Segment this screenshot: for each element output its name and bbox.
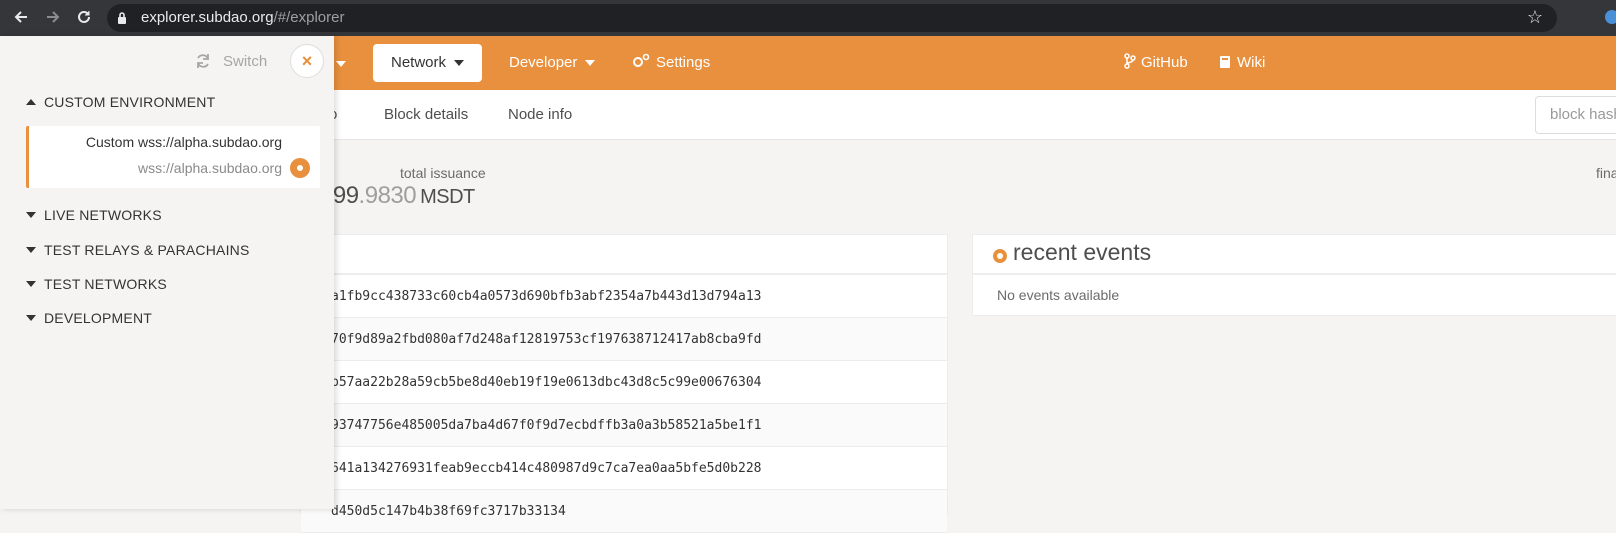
block-row[interactable]: 93747756e485005da7ba4d67f0f9d7ecbdffb3a0…: [301, 404, 947, 447]
lock-icon: [118, 12, 126, 24]
chevron-down-icon[interactable]: [336, 61, 346, 67]
forward-icon[interactable]: [43, 8, 63, 28]
settings-menu-button[interactable]: Settings: [632, 36, 710, 90]
github-link[interactable]: GitHub: [1124, 36, 1188, 90]
chevron-up-icon: [26, 99, 36, 105]
recent-events-header: recent events: [973, 235, 1616, 275]
settings-label: Settings: [656, 54, 711, 71]
block-hash: 641a134276931feab9eccb414c480987d9c7ca7e…: [331, 461, 762, 476]
close-sidebar-button[interactable]: ×: [290, 44, 324, 78]
chevron-down-icon: [26, 212, 36, 218]
total-issuance-value: 999.9830 MSDT: [320, 182, 475, 209]
back-icon[interactable]: [11, 8, 31, 28]
block-hash-search-input[interactable]: block hash: [1535, 96, 1616, 134]
group-label: DEVELOPMENT: [44, 310, 152, 326]
switch-button[interactable]: Switch: [195, 53, 267, 70]
block-row[interactable]: d450d5c147b4b38f69fc3717b33134: [301, 490, 947, 533]
group-label: CUSTOM ENVIRONMENT: [44, 94, 216, 110]
block-hash: a1fb9cc438733c60cb4a0573d690bfb3abf2354a…: [331, 289, 762, 304]
recent-blocks-panel: a1fb9cc438733c60cb4a0573d690bfb3abf2354a…: [300, 234, 948, 533]
chevron-down-icon: [585, 60, 596, 67]
group-development[interactable]: DEVELOPMENT: [26, 310, 152, 326]
block-row[interactable]: a1fb9cc438733c60cb4a0573d690bfb3abf2354a…: [301, 275, 947, 318]
wiki-label: Wiki: [1237, 54, 1266, 71]
block-row[interactable]: b57aa22b28a59cb5be8d40eb19f19e0613dbc43d…: [301, 361, 947, 404]
block-row[interactable]: 70f9d89a2fbd080af7d248af12819753cf197638…: [301, 318, 947, 361]
network-label: Network: [391, 54, 447, 71]
network-selector-sidebar: Switch × CUSTOM ENVIRONMENT Custom wss:/…: [0, 36, 334, 509]
recent-events-title: recent events: [1013, 239, 1152, 265]
no-events-message: No events available: [997, 287, 1120, 303]
group-test-relays[interactable]: TEST RELAYS & PARACHAINS: [26, 242, 250, 258]
group-label: TEST RELAYS & PARACHAINS: [44, 242, 250, 258]
chevron-down-icon: [26, 247, 36, 253]
block-hash: 70f9d89a2fbd080af7d248af12819753cf197638…: [331, 332, 762, 347]
environment-url: wss://alpha.subdao.org: [138, 160, 282, 176]
network-menu-button[interactable]: Network: [373, 44, 482, 82]
chevron-down-icon: [454, 60, 465, 67]
environment-name: Custom wss://alpha.subdao.org: [85, 134, 282, 150]
book-icon: [1220, 56, 1230, 68]
custom-environment-option[interactable]: Custom wss://alpha.subdao.org wss://alph…: [26, 126, 320, 188]
browser-toolbar: explorer.subdao.org/#/explorer ☆: [0, 0, 1616, 36]
wiki-link[interactable]: Wiki: [1219, 36, 1265, 90]
sync-icon: [197, 54, 209, 68]
gears-icon: [633, 53, 650, 67]
event-dot-icon: [993, 249, 1007, 263]
address-bar[interactable]: explorer.subdao.org/#/explorer ☆: [107, 4, 1557, 32]
chevron-down-icon: [26, 281, 36, 287]
block-hash: b57aa22b28a59cb5be8d40eb19f19e0613dbc43d…: [331, 375, 762, 390]
extension-icon[interactable]: [1605, 10, 1616, 24]
selected-radio-icon[interactable]: [290, 158, 310, 178]
group-label: LIVE NETWORKS: [44, 207, 162, 223]
block-hash: d450d5c147b4b38f69fc3717b33134: [331, 504, 566, 519]
url-text: explorer.subdao.org/#/explorer: [141, 9, 345, 26]
bookmark-star-icon[interactable]: ☆: [1527, 7, 1543, 28]
reload-icon[interactable]: [74, 8, 94, 28]
finalized-label: fina: [1596, 165, 1616, 181]
developer-label: Developer: [509, 54, 578, 71]
group-live-networks[interactable]: LIVE NETWORKS: [26, 207, 162, 223]
tab-block-details[interactable]: Block details: [384, 90, 468, 140]
tab-node-info[interactable]: Node info: [508, 90, 572, 140]
group-test-networks[interactable]: TEST NETWORKS: [26, 276, 167, 292]
developer-menu-button[interactable]: Developer: [509, 36, 596, 90]
recent-events-panel: recent events No events available: [972, 234, 1616, 316]
chevron-down-icon: [26, 315, 36, 321]
recent-blocks-header: [301, 235, 947, 275]
group-label: TEST NETWORKS: [44, 276, 167, 292]
switch-label: Switch: [223, 53, 268, 70]
block-row[interactable]: 641a134276931feab9eccb414c480987d9c7ca7e…: [301, 447, 947, 490]
total-issuance-label: total issuance: [400, 165, 486, 181]
group-custom-environment[interactable]: CUSTOM ENVIRONMENT: [26, 94, 215, 110]
github-label: GitHub: [1141, 54, 1188, 71]
code-branch-icon: [1124, 53, 1136, 69]
block-hash: 93747756e485005da7ba4d67f0f9d7ecbdffb3a0…: [331, 418, 762, 433]
